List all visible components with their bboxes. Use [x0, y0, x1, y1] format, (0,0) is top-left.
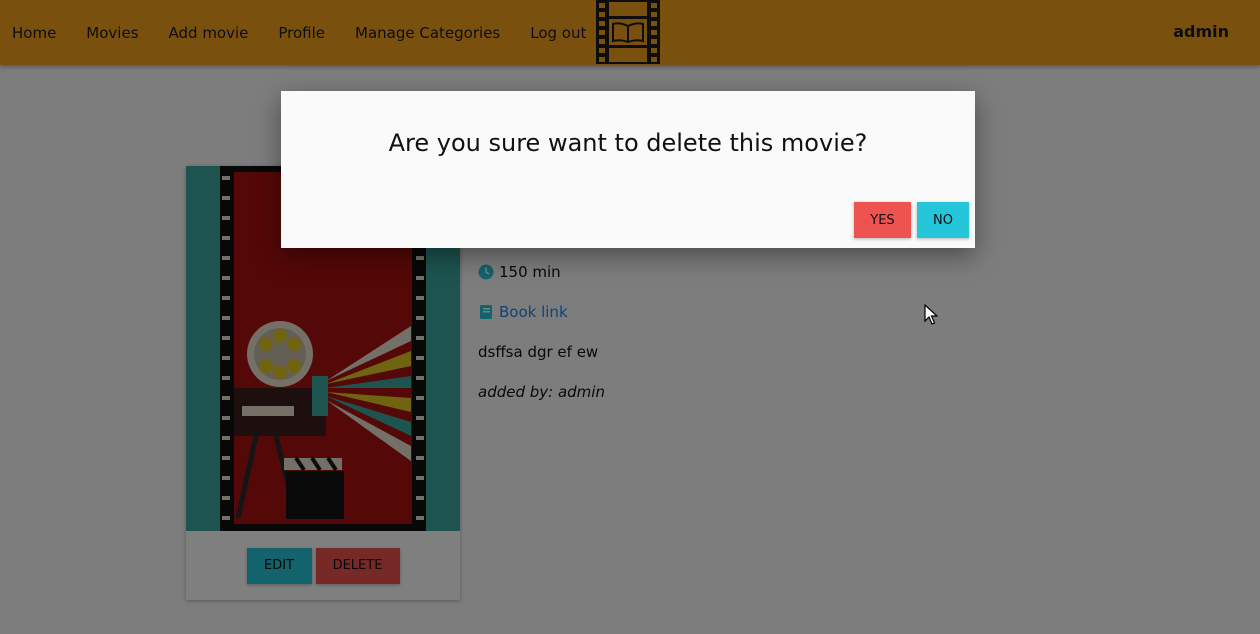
dialog-actions: YES NO [854, 202, 969, 238]
yes-button[interactable]: YES [854, 202, 911, 238]
delete-confirm-dialog: Are you sure want to delete this movie? … [281, 91, 975, 248]
no-button[interactable]: NO [917, 202, 969, 238]
dialog-title: Are you sure want to delete this movie? [388, 129, 868, 157]
mouse-cursor-icon [924, 304, 938, 325]
